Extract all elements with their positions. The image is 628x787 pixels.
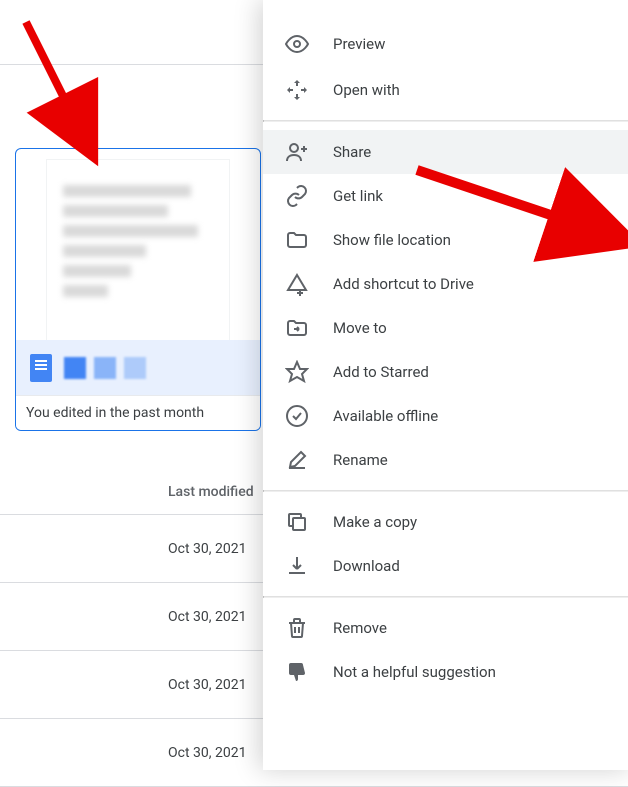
menu-not-helpful[interactable]: Not a helpful suggestion [263,650,628,694]
menu-label: Move to [333,319,387,337]
docs-icon [30,354,52,382]
menu-add-starred[interactable]: Add to Starred [263,350,628,394]
menu-make-copy[interactable]: Make a copy [263,500,628,544]
menu-label: Open with [333,81,400,99]
menu-label: Share [333,143,371,161]
menu-remove[interactable]: Remove [263,606,628,650]
menu-preview[interactable]: Preview [263,20,628,68]
rename-icon [285,448,309,472]
annotation-arrow [405,150,628,270]
menu-move-to[interactable]: Move to [263,306,628,350]
menu-label: Preview [333,35,385,53]
link-icon [285,184,309,208]
menu-label: Make a copy [333,513,417,531]
folder-icon [285,228,309,252]
menu-label: Get link [333,187,383,205]
menu-download[interactable]: Download [263,544,628,588]
file-type-bar [16,340,260,395]
menu-label: Rename [333,451,388,469]
date-cell: Oct 30, 2021 [168,745,246,761]
menu-available-offline[interactable]: Available offline [263,394,628,438]
copy-icon [285,510,309,534]
menu-label: Download [333,557,400,575]
date-cell: Oct 30, 2021 [168,677,246,693]
annotation-arrow [6,12,126,192]
menu-label: Not a helpful suggestion [333,663,496,681]
remove-icon [285,616,309,640]
download-icon [285,554,309,578]
card-caption: You edited in the past month [16,395,260,430]
last-modified-header: Last modified [168,484,254,500]
date-cell: Oct 30, 2021 [168,609,246,625]
menu-label: Add shortcut to Drive [333,275,474,293]
menu-label: Remove [333,619,387,637]
star-icon [285,360,309,384]
open-with-icon [285,78,309,102]
context-menu: Preview Open with Share Get link Show fi… [263,0,628,770]
share-icon [285,140,309,164]
menu-label: Add to Starred [333,363,429,381]
file-title-blurred [64,357,146,379]
menu-rename[interactable]: Rename [263,438,628,482]
moveto-icon [285,316,309,340]
menu-open-with[interactable]: Open with [263,68,628,112]
eye-icon [285,32,309,56]
date-cell: Oct 30, 2021 [168,541,246,557]
menu-label: Available offline [333,407,438,425]
shortcut-icon [285,272,309,296]
thumbsdown-icon [285,660,309,684]
offline-icon [285,404,309,428]
